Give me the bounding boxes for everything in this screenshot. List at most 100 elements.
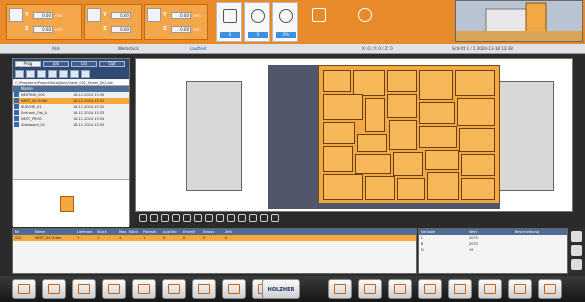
cell: 0 <box>225 236 228 240</box>
layer-icon[interactable] <box>216 214 224 222</box>
bottom-dock: HOLZHER <box>0 276 585 302</box>
file-icon <box>14 110 19 115</box>
zoom-fit-icon[interactable] <box>161 214 169 222</box>
nested-part[interactable] <box>387 70 417 92</box>
axis-value: 0.00 <box>171 11 191 19</box>
nested-part[interactable] <box>323 94 363 120</box>
nested-part[interactable] <box>459 128 495 152</box>
axis-value: 0.00 <box>111 11 131 19</box>
nested-part[interactable] <box>355 154 391 174</box>
power-button[interactable] <box>538 279 562 299</box>
screen-button[interactable] <box>418 279 442 299</box>
status-cell-pressure[interactable]: 0 <box>216 2 242 42</box>
nested-part[interactable] <box>461 154 495 176</box>
nested-part[interactable] <box>461 178 495 200</box>
table-button[interactable] <box>132 279 156 299</box>
nested-part[interactable] <box>397 178 425 200</box>
status-cell-speed[interactable]: 0% <box>272 2 298 42</box>
zoom-window-icon[interactable] <box>172 214 180 222</box>
axis-group-2[interactable]: Y 0.00 Z 0.00 <box>84 4 142 40</box>
clamp-icon <box>198 284 210 294</box>
file-icon <box>14 104 19 109</box>
nested-part[interactable] <box>419 126 457 148</box>
nested-part[interactable] <box>323 122 355 144</box>
nested-part[interactable] <box>353 70 385 96</box>
status-bar: AUs Werkstück Lauftext X: 0 / Y: 0 / Z: … <box>0 44 585 54</box>
axis-group-3[interactable]: Y 0.00 mm Z 0.00 mm <box>144 4 208 40</box>
status-cell-spindle[interactable] <box>306 2 332 42</box>
view-top-icon[interactable] <box>227 214 235 222</box>
save-icon[interactable] <box>37 70 46 78</box>
nested-part[interactable] <box>393 152 423 176</box>
file-browser-tabs: Prog Job Lib Opt <box>13 59 129 69</box>
nested-part[interactable] <box>419 70 453 100</box>
settings-icon[interactable] <box>81 70 90 78</box>
status-right: Schritt 1 / 1 2024-11-18 13:38 <box>452 46 513 51</box>
nesting-view[interactable] <box>135 58 573 212</box>
table-row[interactable]: D 19 <box>419 247 567 253</box>
nested-part[interactable] <box>427 172 459 200</box>
tab-prog[interactable]: Prog <box>15 61 41 67</box>
nested-part[interactable] <box>323 70 351 92</box>
info-icon[interactable] <box>571 245 582 256</box>
label-icon[interactable] <box>260 214 268 222</box>
nested-part[interactable] <box>323 174 363 200</box>
zoom-out-icon[interactable] <box>150 214 158 222</box>
machine-button[interactable] <box>72 279 96 299</box>
pod-icon <box>228 284 240 294</box>
tool-button[interactable] <box>102 279 126 299</box>
edit-program-button[interactable] <box>42 279 66 299</box>
nested-part[interactable] <box>365 98 385 132</box>
nested-part[interactable] <box>455 70 495 96</box>
part-button[interactable] <box>328 279 352 299</box>
list-item[interactable]: Sideboard_02 18.11.2024 13:35 <box>13 122 129 128</box>
nested-part[interactable] <box>357 134 387 152</box>
help-button[interactable] <box>508 279 532 299</box>
copy-icon[interactable] <box>48 70 57 78</box>
nested-part[interactable] <box>387 94 417 118</box>
edit-icon[interactable] <box>571 231 582 242</box>
measure-icon[interactable] <box>205 214 213 222</box>
tab-job[interactable]: Job <box>43 61 69 67</box>
status-cell-operator[interactable] <box>352 2 378 42</box>
nested-part[interactable] <box>419 102 455 124</box>
report-button[interactable] <box>388 279 412 299</box>
axis-group-1[interactable]: Y 0.00 mm Z 0.00 mm <box>6 4 82 40</box>
more-icon[interactable] <box>571 259 582 270</box>
clamp-button[interactable] <box>192 279 216 299</box>
nested-part[interactable] <box>323 146 353 172</box>
nesting-sheet[interactable] <box>318 65 500 205</box>
select-icon[interactable] <box>271 214 279 222</box>
nested-part[interactable] <box>389 120 417 150</box>
status-cell-clock[interactable]: 0 <box>244 2 270 42</box>
view-3d-icon[interactable] <box>238 214 246 222</box>
machine-camera-thumbnail[interactable] <box>455 0 583 42</box>
grid-icon[interactable] <box>249 214 257 222</box>
print-button[interactable] <box>448 279 472 299</box>
program-preview <box>13 179 129 227</box>
cell: 0 <box>203 236 206 240</box>
nested-part[interactable] <box>425 150 459 170</box>
new-file-icon[interactable] <box>26 70 35 78</box>
nested-part[interactable] <box>457 98 495 126</box>
table-right <box>498 81 554 191</box>
user-button[interactable] <box>478 279 502 299</box>
layout-button[interactable] <box>162 279 186 299</box>
pod-button[interactable] <box>222 279 246 299</box>
home-button[interactable] <box>12 279 36 299</box>
tab-opt[interactable]: Opt <box>99 61 125 67</box>
cell: 1 <box>119 236 122 240</box>
rotate-icon[interactable] <box>194 214 202 222</box>
tab-lib[interactable]: Lib <box>71 61 97 67</box>
table-row[interactable]: 001 NEST_04 Order 1 1 1 1 0 0 0 0 <box>13 235 416 241</box>
delete-icon[interactable] <box>70 70 79 78</box>
waste-zone <box>268 65 318 209</box>
zoom-in-icon[interactable] <box>139 214 147 222</box>
nested-part[interactable] <box>365 176 395 200</box>
pan-icon[interactable] <box>183 214 191 222</box>
label-button[interactable] <box>358 279 382 299</box>
axis-value: 0.00 <box>33 25 53 33</box>
clock-icon <box>251 9 265 23</box>
open-folder-icon[interactable] <box>15 70 24 78</box>
refresh-icon[interactable] <box>59 70 68 78</box>
